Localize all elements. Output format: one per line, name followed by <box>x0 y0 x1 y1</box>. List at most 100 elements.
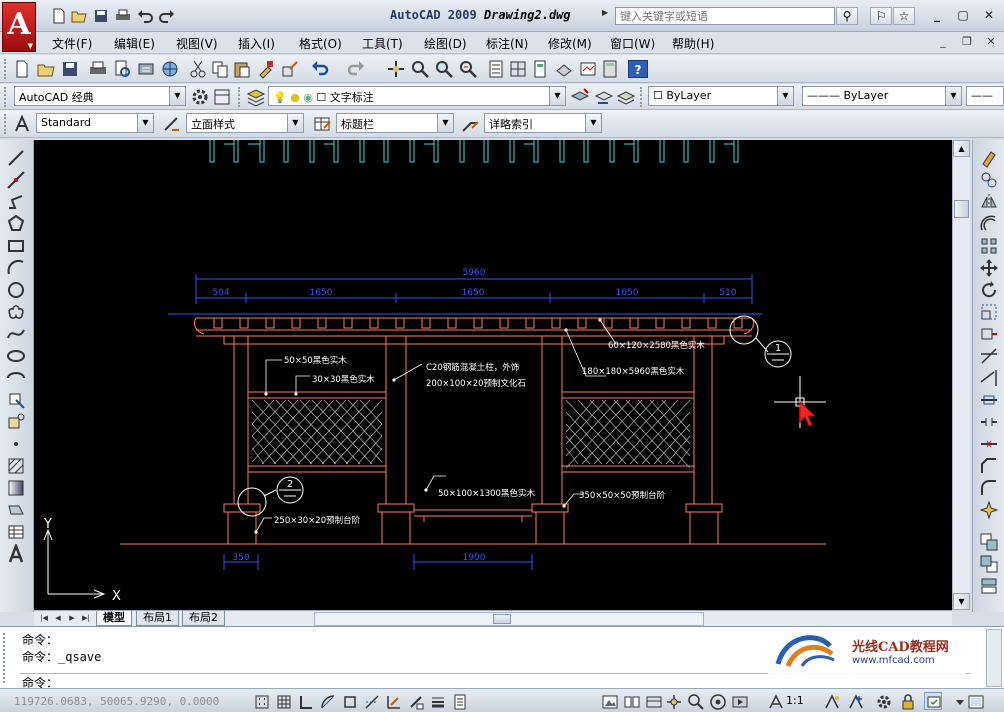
grid-display-icon[interactable] <box>274 692 292 710</box>
vertical-scrollbar[interactable]: ▲ ▼ <box>952 140 970 610</box>
toolbar-grip[interactable] <box>4 114 8 134</box>
menu-dimension[interactable]: 标注(N) <box>486 35 528 52</box>
menu-modify[interactable]: 修改(M) <box>548 35 592 52</box>
fillet-icon[interactable] <box>979 478 999 498</box>
object-snap-tracking-icon[interactable] <box>362 692 380 710</box>
workspace-settings-gear-icon[interactable] <box>190 87 210 107</box>
auto-add-scale-icon[interactable] <box>846 692 864 710</box>
menu-edit[interactable]: 编辑(E) <box>114 35 155 52</box>
drawing-canvas[interactable]: 5960 504 1650 1650 1650 510 350 1900 50×… <box>34 140 952 610</box>
open-icon[interactable] <box>36 59 56 79</box>
workspace-select[interactable]: AutoCAD 经典 ▼ <box>14 86 186 106</box>
move-icon[interactable] <box>979 258 999 278</box>
menu-file[interactable]: 文件(F) <box>52 35 92 52</box>
paste-icon[interactable] <box>232 59 252 79</box>
design-center-icon[interactable] <box>508 59 528 79</box>
showmotion-icon[interactable] <box>730 692 748 710</box>
polar-tracking-icon[interactable] <box>318 692 336 710</box>
circle-icon[interactable] <box>6 280 26 300</box>
quick-view-drawings-icon[interactable] <box>644 692 662 710</box>
construction-line-icon[interactable] <box>6 170 26 190</box>
print-icon[interactable] <box>114 8 132 24</box>
erase-icon[interactable] <box>979 148 999 168</box>
layer-unlock-icon[interactable]: ◉ <box>303 91 313 104</box>
gradient-icon[interactable] <box>6 478 26 498</box>
line-icon[interactable] <box>6 148 26 168</box>
multileader-style-icon[interactable] <box>460 114 480 134</box>
copy-icon[interactable] <box>210 59 230 79</box>
chevron-down-icon[interactable]: ▼ <box>777 87 793 105</box>
polyline-icon[interactable] <box>6 192 26 212</box>
table-style-select[interactable]: 标题栏 ▼ <box>336 113 454 133</box>
toolbar-grip[interactable] <box>4 59 8 79</box>
menu-help[interactable]: 帮助(H) <box>672 35 714 52</box>
doc-close-button[interactable]: ✕ <box>982 35 1000 51</box>
match-properties-icon[interactable] <box>256 59 276 79</box>
save-icon[interactable] <box>92 8 110 24</box>
chevron-down-icon[interactable]: ▼ <box>945 87 961 105</box>
quick-view-layouts-icon[interactable] <box>622 692 640 710</box>
title-menu-arrow-icon[interactable]: ▶ <box>602 8 608 17</box>
layer-select[interactable]: 💡 ● ◉ ☐ 文字标注 ▼ <box>268 86 566 106</box>
join-icon[interactable] <box>979 434 999 454</box>
menu-draw[interactable]: 绘图(D) <box>424 35 467 52</box>
table-icon[interactable] <box>6 522 26 542</box>
array-icon[interactable] <box>979 236 999 256</box>
redo-icon[interactable] <box>158 8 176 24</box>
scale-icon[interactable] <box>979 302 999 322</box>
new-icon[interactable] <box>12 59 32 79</box>
menu-view[interactable]: 视图(V) <box>176 35 218 52</box>
chevron-down-icon[interactable]: ▼ <box>287 114 303 132</box>
plot-preview-icon[interactable] <box>112 59 132 79</box>
redo-toolbar-icon[interactable] <box>346 59 366 79</box>
text-style-select[interactable]: Standard ▼ <box>36 113 154 133</box>
dimension-style-select[interactable]: 立面样式 ▼ <box>186 113 304 133</box>
chevron-down-icon[interactable]: ▼ <box>549 87 565 105</box>
calculator-icon[interactable] <box>600 59 620 79</box>
extend-icon[interactable] <box>979 368 999 388</box>
close-window-button[interactable]: ✕ <box>978 8 1000 24</box>
trim-icon[interactable] <box>979 346 999 366</box>
command-input[interactable]: 命令： <box>20 673 970 690</box>
cut-icon[interactable] <box>188 59 208 79</box>
communication-center-icon[interactable]: ⚐ <box>870 7 892 25</box>
rectangle-icon[interactable] <box>6 236 26 256</box>
multiline-text-icon[interactable] <box>6 542 26 564</box>
workspace-manager-icon[interactable] <box>212 87 232 107</box>
tab-layout1[interactable]: 布局1 <box>136 611 179 626</box>
zoom-previous-icon[interactable] <box>458 59 478 79</box>
clean-screen-icon[interactable] <box>966 692 984 710</box>
pan-status-icon[interactable] <box>664 692 682 710</box>
menu-window[interactable]: 窗口(W) <box>610 35 655 52</box>
revision-cloud-icon[interactable] <box>6 302 26 322</box>
text-style-icon[interactable] <box>12 114 32 134</box>
arc-icon[interactable] <box>6 258 26 278</box>
annotation-scale-icon[interactable] <box>766 692 784 710</box>
save-toolbar-icon[interactable] <box>60 59 80 79</box>
undo-icon[interactable] <box>136 8 154 24</box>
offset-icon[interactable] <box>979 214 999 234</box>
spline-icon[interactable] <box>6 324 26 344</box>
minimize-window-button[interactable]: _ <box>926 8 948 24</box>
ellipse-arc-icon[interactable] <box>6 368 26 388</box>
block-editor-icon[interactable] <box>280 59 300 79</box>
snap-mode-icon[interactable] <box>252 692 270 710</box>
toolbar-grip[interactable] <box>640 87 644 107</box>
horizontal-scrollbar[interactable] <box>314 612 704 626</box>
command-window-grip[interactable] <box>3 633 13 683</box>
zoom-window-icon[interactable] <box>434 59 454 79</box>
layer-manager-icon[interactable] <box>246 87 266 107</box>
clean-screen-dropdown-icon[interactable] <box>924 692 942 710</box>
chevron-down-icon[interactable]: ▼ <box>437 114 453 132</box>
break-at-point-icon[interactable] <box>979 390 999 410</box>
mirror-icon[interactable] <box>979 192 999 212</box>
zoom-status-icon[interactable] <box>686 692 704 710</box>
undo-toolbar-icon[interactable] <box>310 59 330 79</box>
menu-insert[interactable]: 插入(I) <box>238 35 275 52</box>
hatch-icon[interactable] <box>6 456 26 476</box>
prev-tab-arrow-icon[interactable]: ◀ <box>52 612 64 625</box>
menu-format[interactable]: 格式(O) <box>299 35 342 52</box>
table-style-icon[interactable] <box>312 114 332 134</box>
point-icon[interactable] <box>6 434 26 454</box>
layer-previous-icon[interactable] <box>594 87 614 107</box>
